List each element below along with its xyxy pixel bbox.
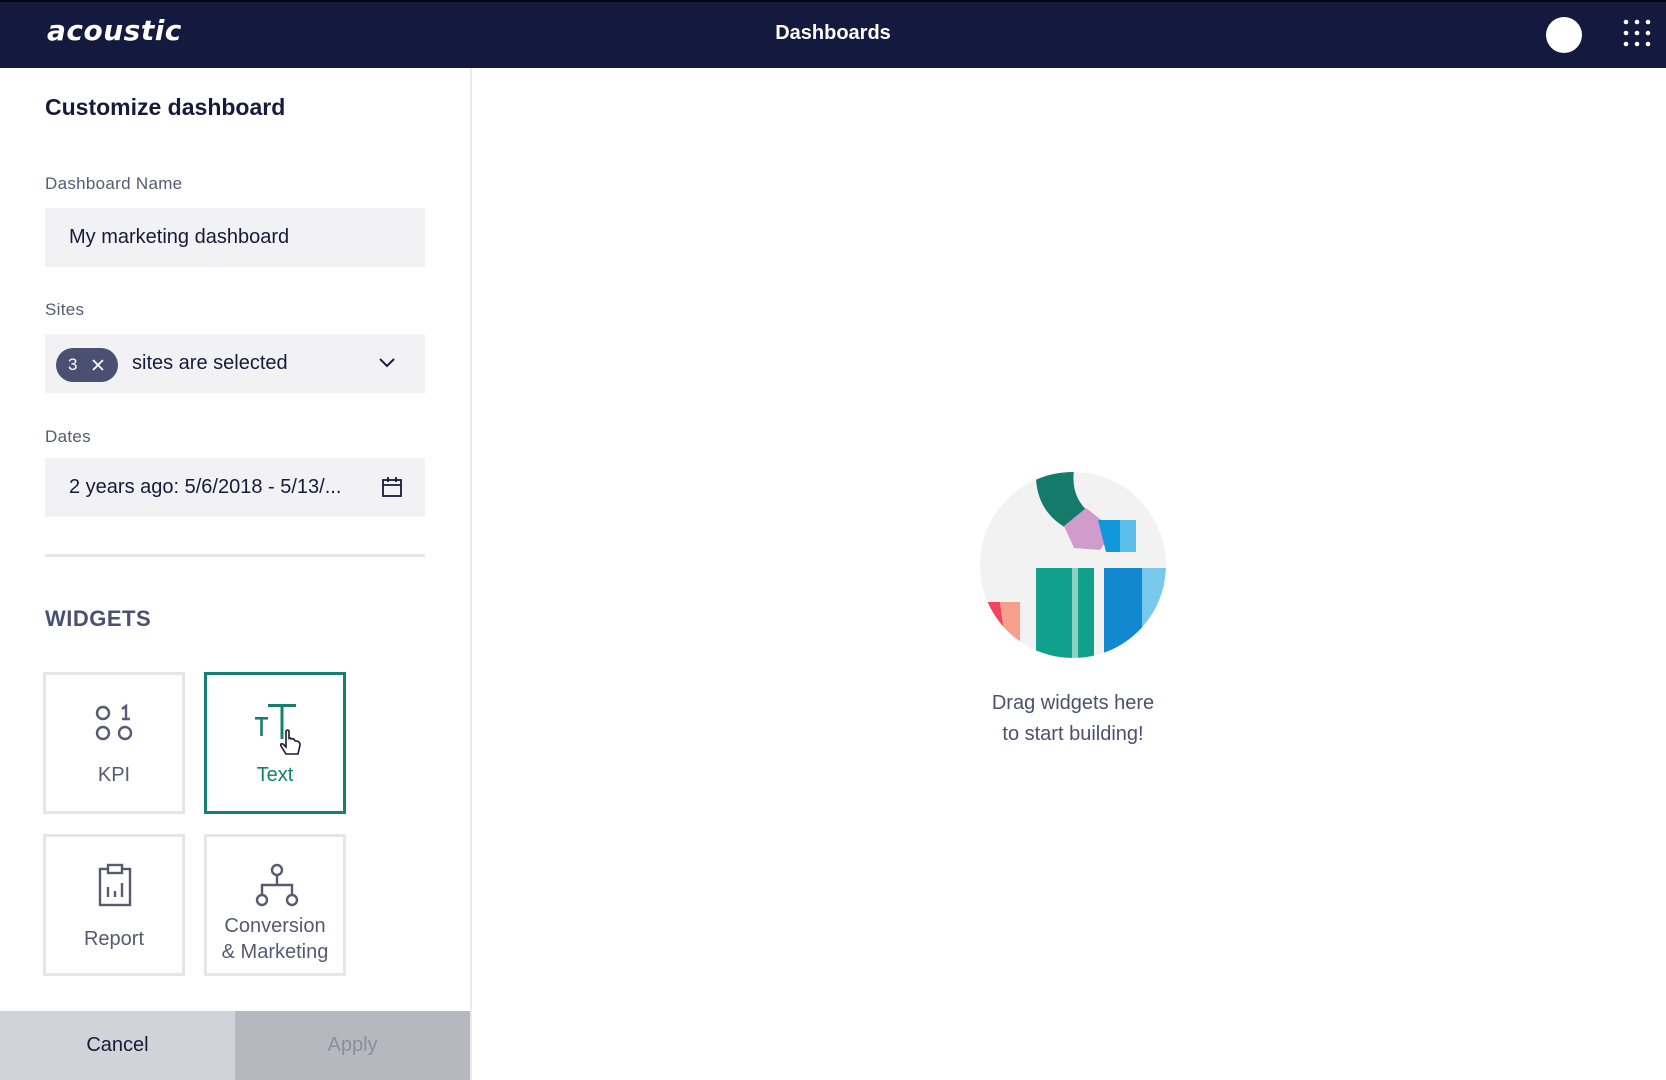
calendar-icon[interactable] [381, 476, 403, 498]
empty-state-message: Drag widgets here to start building! [900, 688, 1246, 750]
clear-selection-icon[interactable] [91, 358, 105, 372]
sites-select-value: sites are selected [132, 352, 288, 374]
dashboard-name-input[interactable]: My marketing dashboard [45, 208, 425, 267]
widget-report-label: Report [83, 928, 145, 950]
empty-state-line1: Drag widgets here [991, 692, 1155, 714]
cancel-button[interactable]: Cancel [0, 1011, 235, 1080]
app-grid-icon[interactable] [1622, 18, 1652, 48]
sites-select[interactable]: 3 sites are selected [45, 334, 425, 393]
page-title: Dashboards [775, 22, 891, 44]
widget-conversion-marketing[interactable]: Conversion & Marketing [204, 834, 346, 976]
dashboard-name-value: My marketing dashboard [69, 226, 290, 248]
section-divider [45, 554, 425, 557]
customize-panel: Customize dashboard Dashboard Name My ma… [0, 68, 472, 1080]
empty-state-line2: to start building! [1002, 723, 1144, 745]
panel-title: Customize dashboard [45, 94, 286, 120]
widget-conversion-label-line2: & Marketing [221, 941, 329, 963]
dates-value: 2 years ago: 5/6/2018 - 5/13/... [69, 476, 342, 498]
apply-button[interactable]: Apply [235, 1011, 470, 1080]
user-avatar[interactable] [1546, 17, 1582, 53]
widgets-heading: WIDGETS [45, 606, 152, 631]
widget-conversion-label-line1: Conversion [224, 915, 326, 937]
conversion-icon [255, 863, 299, 907]
selected-sites-chip: 3 [56, 348, 118, 382]
sites-label: Sites [45, 300, 85, 319]
widget-kpi-label: KPI [97, 764, 131, 786]
widget-text[interactable]: Text [204, 672, 346, 814]
dates-input[interactable]: 2 years ago: 5/6/2018 - 5/13/... [45, 458, 425, 517]
chevron-down-icon[interactable] [378, 357, 396, 369]
kpi-icon [95, 703, 133, 741]
widget-text-label: Text [256, 764, 294, 786]
widget-kpi[interactable]: KPI [43, 672, 185, 814]
selected-sites-count: 3 [68, 355, 78, 374]
hand-cursor-icon [279, 729, 301, 755]
dates-label: Dates [45, 427, 91, 446]
top-bar: acoustic Dashboards [0, 0, 1666, 68]
widget-report[interactable]: Report [43, 834, 185, 976]
text-icon [255, 704, 301, 755]
dashboard-name-label: Dashboard Name [45, 174, 183, 193]
report-icon [98, 863, 132, 907]
empty-dashboard-illustration [980, 472, 1166, 658]
